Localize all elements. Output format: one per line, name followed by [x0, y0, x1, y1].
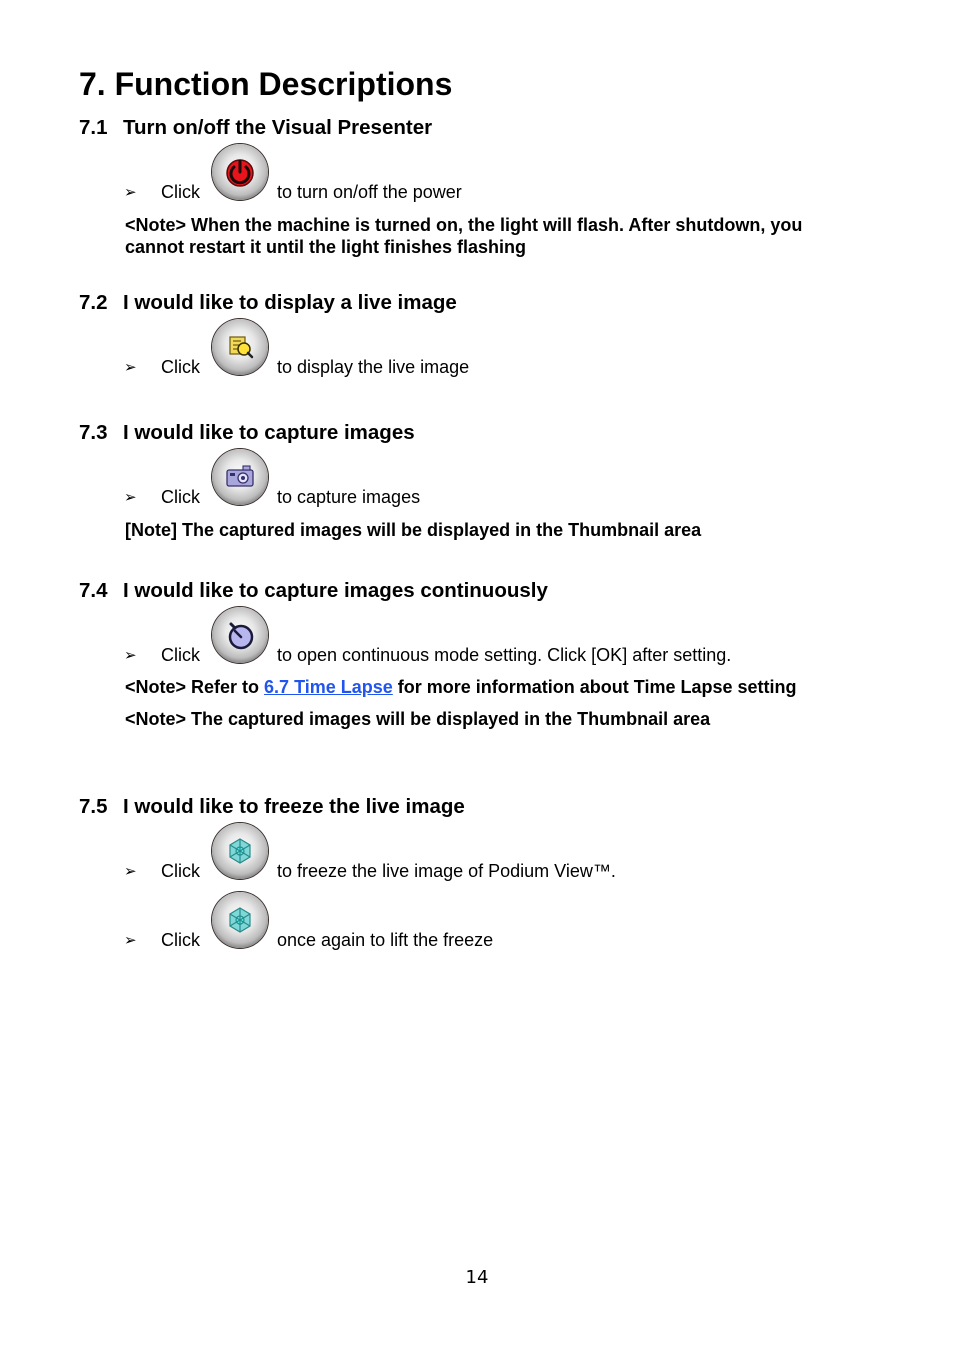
- item-description: to display the live image: [277, 357, 470, 377]
- power-button[interactable]: [212, 144, 268, 200]
- freeze-icon: [229, 838, 251, 864]
- note-line: <Note> Refer to 6.7 Time Lapse for more …: [125, 676, 797, 698]
- note-line: cannot restart it until the light finish…: [125, 237, 527, 257]
- note-line: <Note> When the machine is turned on, th…: [125, 215, 803, 235]
- note-line: [Note] The captured images will be displ…: [125, 520, 702, 540]
- click-label: Click: [161, 182, 200, 202]
- click-label: Click: [161, 357, 200, 377]
- section-number: 7.5: [79, 795, 108, 818]
- section-number: 7.4: [79, 579, 108, 602]
- capture-button[interactable]: [212, 449, 268, 505]
- section-title: Turn on/off the Visual Presenter: [123, 116, 433, 139]
- item-description: once again to lift the freeze: [277, 930, 494, 950]
- section-number: 7.2: [79, 291, 108, 314]
- live-image-icon: [229, 336, 254, 359]
- bullet-icon: ➢: [124, 184, 137, 201]
- continuous-capture-button[interactable]: [212, 607, 268, 663]
- bullet-icon: ➢: [124, 489, 137, 506]
- page-title: 7. Function Descriptions: [79, 66, 453, 102]
- section-title: I would like to capture images: [123, 421, 415, 444]
- page-number: 14: [465, 1267, 489, 1288]
- section-title: I would like to capture images continuou…: [123, 579, 548, 602]
- click-label: Click: [161, 861, 200, 881]
- section-heading-7-5: 7.5 I would like to freeze the live image: [79, 795, 465, 819]
- unfreeze-button[interactable]: [212, 892, 268, 948]
- freeze-button[interactable]: [212, 823, 268, 879]
- note-prefix: <Note> Refer to: [125, 677, 265, 697]
- power-icon: [226, 159, 254, 187]
- click-label: Click: [161, 930, 200, 950]
- camera-icon: [226, 465, 254, 487]
- live-image-button[interactable]: [212, 319, 268, 375]
- section-heading-7-3: 7.3 I would like to capture images: [79, 421, 415, 445]
- section-heading-7-1: 7.1 Turn on/off the Visual Presenter: [79, 116, 432, 140]
- item-description: to freeze the live image of Podium View™…: [277, 861, 616, 881]
- click-label: Click: [161, 487, 200, 507]
- section-heading-7-2: 7.2 I would like to display a live image: [79, 291, 457, 315]
- item-description: to capture images: [277, 487, 421, 507]
- bullet-icon: ➢: [124, 863, 137, 880]
- freeze-icon: [229, 907, 251, 933]
- bullet-icon: ➢: [124, 932, 137, 949]
- item-description: to turn on/off the power: [277, 182, 462, 202]
- click-label: Click: [161, 645, 200, 665]
- timer-icon: [228, 622, 254, 650]
- bullet-icon: ➢: [124, 359, 137, 376]
- section-heading-7-4: 7.4 I would like to capture images contin…: [79, 579, 548, 603]
- section-title: I would like to freeze the live image: [123, 795, 465, 818]
- section-number: 7.3: [79, 421, 108, 444]
- bullet-icon: ➢: [124, 647, 137, 664]
- time-lapse-link[interactable]: 6.7 Time Lapse: [264, 677, 393, 697]
- note-suffix: for more information about Time Lapse se…: [392, 677, 797, 697]
- item-description: to open continuous mode setting. Click […: [277, 645, 732, 665]
- note-line: <Note> The captured images will be displ…: [125, 709, 711, 729]
- section-title: I would like to display a live image: [123, 291, 457, 314]
- section-number: 7.1: [79, 116, 108, 139]
